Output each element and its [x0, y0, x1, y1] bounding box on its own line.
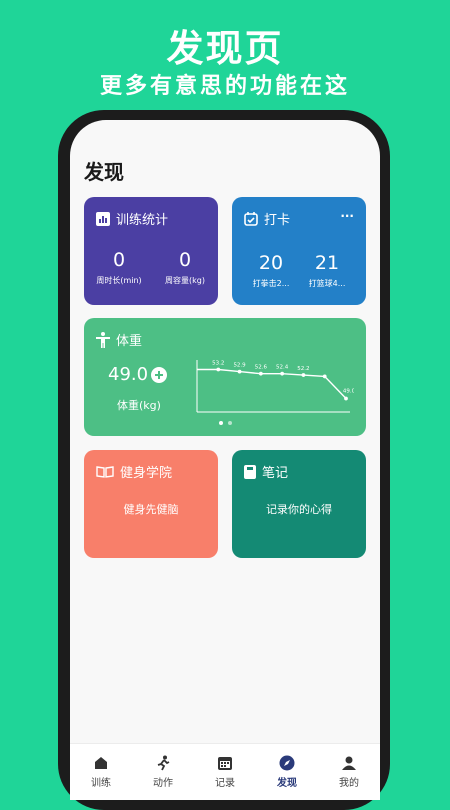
notebook-icon	[244, 464, 256, 479]
nav-item-profile[interactable]: 我的	[339, 755, 359, 789]
person-standing-icon	[96, 331, 110, 348]
promo-subtitle: 更多有意思的功能在这	[99, 74, 350, 99]
weight-card[interactable]: 体重 49.0 体重(kg) 53.2 52.9 52.6 52.4 52.2 49.0	[84, 318, 366, 436]
checkin-title: 打卡	[264, 213, 291, 228]
nav-label-profile: 我的	[339, 778, 359, 789]
person-icon	[342, 756, 356, 770]
weight-chart: 53.2 52.9 52.6 52.4 52.2 49.0	[196, 360, 354, 413]
app-screen: 发现 训练统计 0 周时长(min) 0 周容量(kg) 打卡 ··· 20 打…	[70, 120, 380, 800]
checkin-item-2-label: 打篮球4...	[308, 279, 346, 288]
nav-label-actions: 动作	[153, 778, 173, 789]
weight-line	[197, 368, 347, 399]
page-title: 发现	[84, 160, 124, 184]
checkin-item-2[interactable]: 21 打篮球4...	[292, 252, 362, 289]
bar-chart-icon	[96, 211, 110, 226]
week-duration-stat: 0 周时长(min)	[84, 249, 154, 286]
add-weight-icon[interactable]	[151, 367, 167, 383]
nav-label-records: 记录	[215, 778, 235, 789]
weight-point-1	[216, 367, 221, 372]
nav-label-discover: 发现	[277, 778, 297, 789]
nav-item-training[interactable]: 训练	[91, 755, 111, 789]
nav-item-actions[interactable]: 动作	[153, 755, 173, 789]
notes-card[interactable]: 笔记 记录你的心得	[232, 450, 366, 558]
pagination-dot-1	[219, 421, 223, 425]
weight-value: 49.0	[108, 364, 149, 385]
bottom-nav: 训练 动作 记录 发现 我的	[70, 743, 380, 800]
notes-title: 笔记	[262, 466, 289, 481]
weight-header: 体重	[96, 330, 142, 349]
weight-title: 体重	[116, 334, 143, 349]
checkbox-calendar-icon	[244, 211, 258, 226]
notes-subtitle: 记录你的心得	[266, 503, 332, 516]
week-volume-value: 0	[178, 249, 192, 271]
weight-label: 体重(kg)	[117, 399, 161, 412]
weight-point-label-3: 52.6	[255, 365, 268, 371]
checkin-item-2-value: 21	[314, 252, 340, 274]
weight-point-7	[344, 396, 348, 401]
weight-point-label-4: 52.4	[276, 365, 289, 371]
weight-point-6	[322, 374, 327, 379]
pagination-dots	[219, 421, 232, 425]
fitness-academy-title: 健身学院	[120, 466, 173, 481]
nav-label-training: 训练	[91, 778, 111, 789]
training-stats-title: 训练统计	[116, 213, 169, 228]
training-stats-header: 训练统计	[96, 209, 168, 228]
checkin-header: 打卡	[244, 209, 290, 228]
fitness-academy-header: 健身学院	[96, 462, 172, 481]
nav-item-records[interactable]: 记录	[215, 755, 235, 789]
fitness-academy-card[interactable]: 健身学院 健身先健脑	[84, 450, 218, 558]
notes-header: 笔记	[244, 462, 288, 481]
training-stats-card[interactable]: 训练统计 0 周时长(min) 0 周容量(kg)	[84, 197, 218, 305]
book-icon	[96, 465, 114, 478]
nav-item-discover[interactable]: 发现	[277, 755, 297, 789]
weight-point-label-7: 49.0	[343, 389, 354, 395]
weight-point-label-5: 52.2	[297, 366, 309, 372]
fitness-academy-subtitle: 健身先健脑	[123, 503, 179, 516]
week-volume-label: 周容量(kg)	[165, 276, 205, 285]
week-volume-stat: 0 周容量(kg)	[150, 249, 220, 286]
weight-point-2	[237, 369, 242, 374]
more-button[interactable]: ···	[340, 209, 354, 223]
calendar-icon	[218, 757, 232, 770]
weight-point-label-2: 52.9	[233, 363, 246, 369]
weight-point-5	[301, 373, 306, 377]
running-icon	[157, 755, 170, 771]
pagination-dot-2	[228, 421, 232, 425]
compass-icon	[279, 755, 295, 771]
checkin-card[interactable]: 打卡 ··· 20 打拳击2... 21 打篮球4...	[232, 197, 366, 305]
home-icon	[95, 757, 107, 769]
promo-title: 发现页	[166, 27, 284, 70]
week-duration-value: 0	[112, 249, 126, 271]
weight-point-3	[258, 371, 263, 376]
weight-point-4	[280, 371, 285, 376]
weight-point-label-1: 53.2	[212, 361, 224, 367]
week-duration-label: 周时长(min)	[96, 276, 142, 285]
